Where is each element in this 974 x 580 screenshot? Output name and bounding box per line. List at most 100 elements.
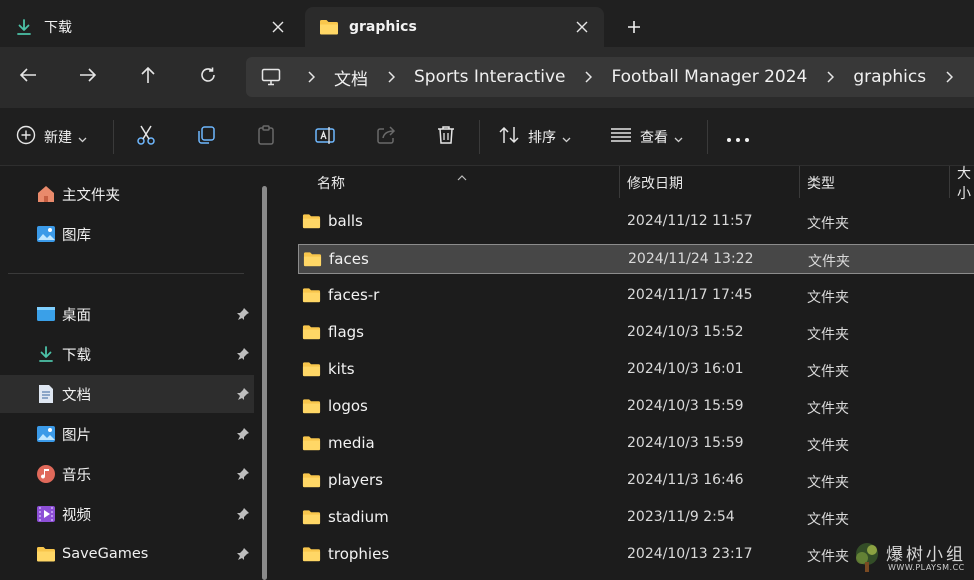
- sort-ascending-icon: [457, 166, 467, 185]
- file-row-players[interactable]: players 2024/11/3 16:46 文件夹: [298, 466, 974, 496]
- chevron-right-icon[interactable]: [934, 71, 964, 83]
- close-icon[interactable]: [562, 7, 602, 47]
- sidebar-item-music[interactable]: 音乐: [0, 455, 254, 493]
- sidebar-item-label: 图库: [62, 227, 91, 244]
- file-modified-date: 2024/11/3 16:46: [627, 472, 744, 488]
- new-button[interactable]: 新建: [16, 117, 87, 157]
- file-name: balls: [328, 212, 363, 230]
- chevron-right-icon[interactable]: [296, 71, 326, 83]
- column-header-name[interactable]: 名称: [317, 166, 345, 200]
- folder-icon: [302, 546, 321, 562]
- sidebar-item-label: 视频: [62, 507, 91, 524]
- file-row-faces-r[interactable]: faces-r 2024/11/17 17:45 文件夹: [298, 281, 974, 311]
- pin-icon[interactable]: [235, 306, 251, 322]
- toolbar-divider: [707, 120, 708, 154]
- address-bar[interactable]: 文档 Sports Interactive Football Manager 2…: [246, 57, 974, 97]
- pin-icon[interactable]: [235, 426, 251, 442]
- copy-icon: [195, 124, 217, 150]
- rename-icon: [314, 124, 336, 150]
- cut-button[interactable]: [135, 117, 157, 157]
- home-icon: [36, 184, 56, 204]
- column-divider[interactable]: [619, 166, 620, 198]
- file-modified-date: 2024/11/24 13:22: [628, 251, 754, 267]
- file-modified-date: 2024/10/3 16:01: [627, 361, 744, 377]
- column-header-modified[interactable]: 修改日期: [627, 166, 683, 200]
- file-name: kits: [328, 360, 355, 378]
- video-icon: [36, 504, 56, 524]
- arrow-right-icon: [79, 67, 97, 87]
- refresh-button[interactable]: [188, 57, 228, 97]
- sidebar-item-label: 图片: [62, 427, 91, 444]
- pin-icon[interactable]: [235, 386, 251, 402]
- pictures-icon: [36, 424, 56, 444]
- pin-icon[interactable]: [235, 546, 251, 562]
- up-button[interactable]: [128, 57, 168, 97]
- sidebar-item-videos[interactable]: 视频: [0, 495, 254, 533]
- document-icon: [36, 384, 56, 404]
- new-tab-button[interactable]: [614, 8, 654, 48]
- view-label: 查看: [640, 130, 668, 146]
- sidebar-item-downloads[interactable]: 下载: [0, 335, 254, 373]
- more-icon: [726, 128, 750, 147]
- back-button[interactable]: [8, 57, 48, 97]
- column-divider[interactable]: [949, 166, 950, 198]
- folder-icon: [309, 7, 349, 47]
- file-type: 文件夹: [807, 475, 849, 491]
- copy-button[interactable]: [195, 117, 217, 157]
- file-modified-date: 2024/10/13 23:17: [627, 546, 753, 562]
- close-icon[interactable]: [258, 7, 298, 47]
- breadcrumb-sports-interactive[interactable]: Sports Interactive: [406, 67, 573, 87]
- file-name: trophies: [328, 545, 390, 563]
- breadcrumb-football-manager[interactable]: Football Manager 2024: [603, 67, 815, 87]
- sidebar-scrollbar[interactable]: [262, 186, 267, 580]
- breadcrumb-documents[interactable]: 文档: [326, 65, 376, 90]
- breadcrumb-graphics[interactable]: graphics: [845, 67, 934, 87]
- pin-icon[interactable]: [235, 466, 251, 482]
- column-divider[interactable]: [799, 166, 800, 198]
- folder-icon: [302, 287, 321, 303]
- pin-icon[interactable]: [235, 346, 251, 362]
- column-header-type[interactable]: 类型: [807, 166, 835, 200]
- share-button[interactable]: [375, 117, 397, 157]
- file-type: 文件夹: [807, 364, 849, 380]
- trash-icon: [435, 124, 457, 150]
- refresh-icon: [199, 66, 217, 88]
- sort-button[interactable]: 排序: [498, 117, 571, 157]
- file-type: 文件夹: [808, 254, 850, 270]
- tab-downloads[interactable]: 下载: [0, 7, 300, 47]
- tab-graphics[interactable]: graphics: [305, 7, 604, 47]
- chevron-right-icon[interactable]: [815, 71, 845, 83]
- file-row-faces[interactable]: faces 2024/11/24 13:22 文件夹: [298, 244, 974, 274]
- share-icon: [375, 124, 397, 150]
- file-row-balls[interactable]: balls 2024/11/12 11:57 文件夹: [298, 207, 974, 237]
- folder-icon: [302, 361, 321, 377]
- chevron-down-icon: [78, 128, 87, 147]
- chevron-right-icon[interactable]: [376, 71, 406, 83]
- sidebar-item-documents[interactable]: 文档: [0, 375, 254, 413]
- sidebar-item-label: 文档: [62, 387, 91, 404]
- navigation-pane: 主文件夹 图库 桌面 下载 文档 图片 音乐 视频 SaveGames: [0, 166, 277, 580]
- file-row-media[interactable]: media 2024/10/3 15:59 文件夹: [298, 429, 974, 459]
- file-row-logos[interactable]: logos 2024/10/3 15:59 文件夹: [298, 392, 974, 422]
- file-modified-date: 2024/10/3 15:59: [627, 435, 744, 451]
- file-row-stadium[interactable]: stadium 2023/11/9 2:54 文件夹: [298, 503, 974, 533]
- tab-label: 下载: [44, 20, 72, 36]
- paste-button[interactable]: [255, 117, 277, 157]
- forward-button[interactable]: [68, 57, 108, 97]
- delete-button[interactable]: [435, 117, 457, 157]
- sidebar-item-pictures[interactable]: 图片: [0, 415, 254, 453]
- sidebar-item-gallery[interactable]: 图库: [0, 215, 254, 253]
- file-row-kits[interactable]: kits 2024/10/3 16:01 文件夹: [298, 355, 974, 385]
- column-header-size[interactable]: 大小: [957, 166, 974, 202]
- pin-icon[interactable]: [235, 506, 251, 522]
- rename-button[interactable]: [314, 117, 336, 157]
- view-button[interactable]: 查看: [610, 117, 683, 157]
- chevron-right-icon[interactable]: [573, 71, 603, 83]
- folder-icon: [302, 398, 321, 414]
- computer-icon[interactable]: [246, 57, 296, 97]
- file-row-flags[interactable]: flags 2024/10/3 15:52 文件夹: [298, 318, 974, 348]
- more-options-button[interactable]: [726, 117, 750, 157]
- sidebar-item-desktop[interactable]: 桌面: [0, 295, 254, 333]
- sidebar-item-savegames[interactable]: SaveGames: [0, 535, 254, 573]
- sidebar-item-home[interactable]: 主文件夹: [0, 175, 254, 213]
